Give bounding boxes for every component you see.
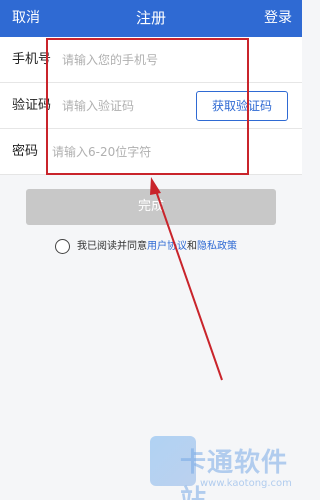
agreement-prefix: 我已阅读并同意 xyxy=(77,241,147,252)
privacy-policy-link[interactable]: 隐私政策 xyxy=(197,241,237,252)
watermark-logo-icon xyxy=(150,436,196,486)
cancel-button[interactable]: 取消 xyxy=(12,9,40,27)
get-verification-code-button[interactable]: 获取验证码 xyxy=(196,91,288,121)
page-title: 注册 xyxy=(135,9,166,27)
complete-button[interactable]: 完成 xyxy=(26,189,276,225)
watermark-url: www.kaotong.com xyxy=(200,478,292,489)
agreement-conjunction: 和 xyxy=(187,241,197,252)
login-button[interactable]: 登录 xyxy=(264,9,292,27)
verification-code-row: 验证码 获取验证码 xyxy=(0,83,302,129)
password-row: 密码 xyxy=(0,129,302,175)
password-input[interactable] xyxy=(52,139,242,165)
phone-label: 手机号 xyxy=(12,52,52,67)
verification-code-label: 验证码 xyxy=(12,98,52,113)
registration-form: 手机号 验证码 获取验证码 密码 xyxy=(0,37,302,175)
password-label: 密码 xyxy=(12,144,39,159)
user-agreement-link[interactable]: 用户协议 xyxy=(147,241,187,252)
phone-input[interactable] xyxy=(62,47,242,73)
agreement-text: 我已阅读并同意用户协议和隐私政策 xyxy=(77,238,237,256)
watermark-brand: 卡通软件站 xyxy=(180,448,289,500)
watermark: 卡通软件站 www.kaotong.com xyxy=(150,430,302,500)
phone-row: 手机号 xyxy=(0,37,302,83)
agreement-radio[interactable] xyxy=(55,239,70,254)
verification-code-input[interactable] xyxy=(62,93,187,119)
top-nav-bar: 取消 注册 登录 xyxy=(0,0,302,37)
